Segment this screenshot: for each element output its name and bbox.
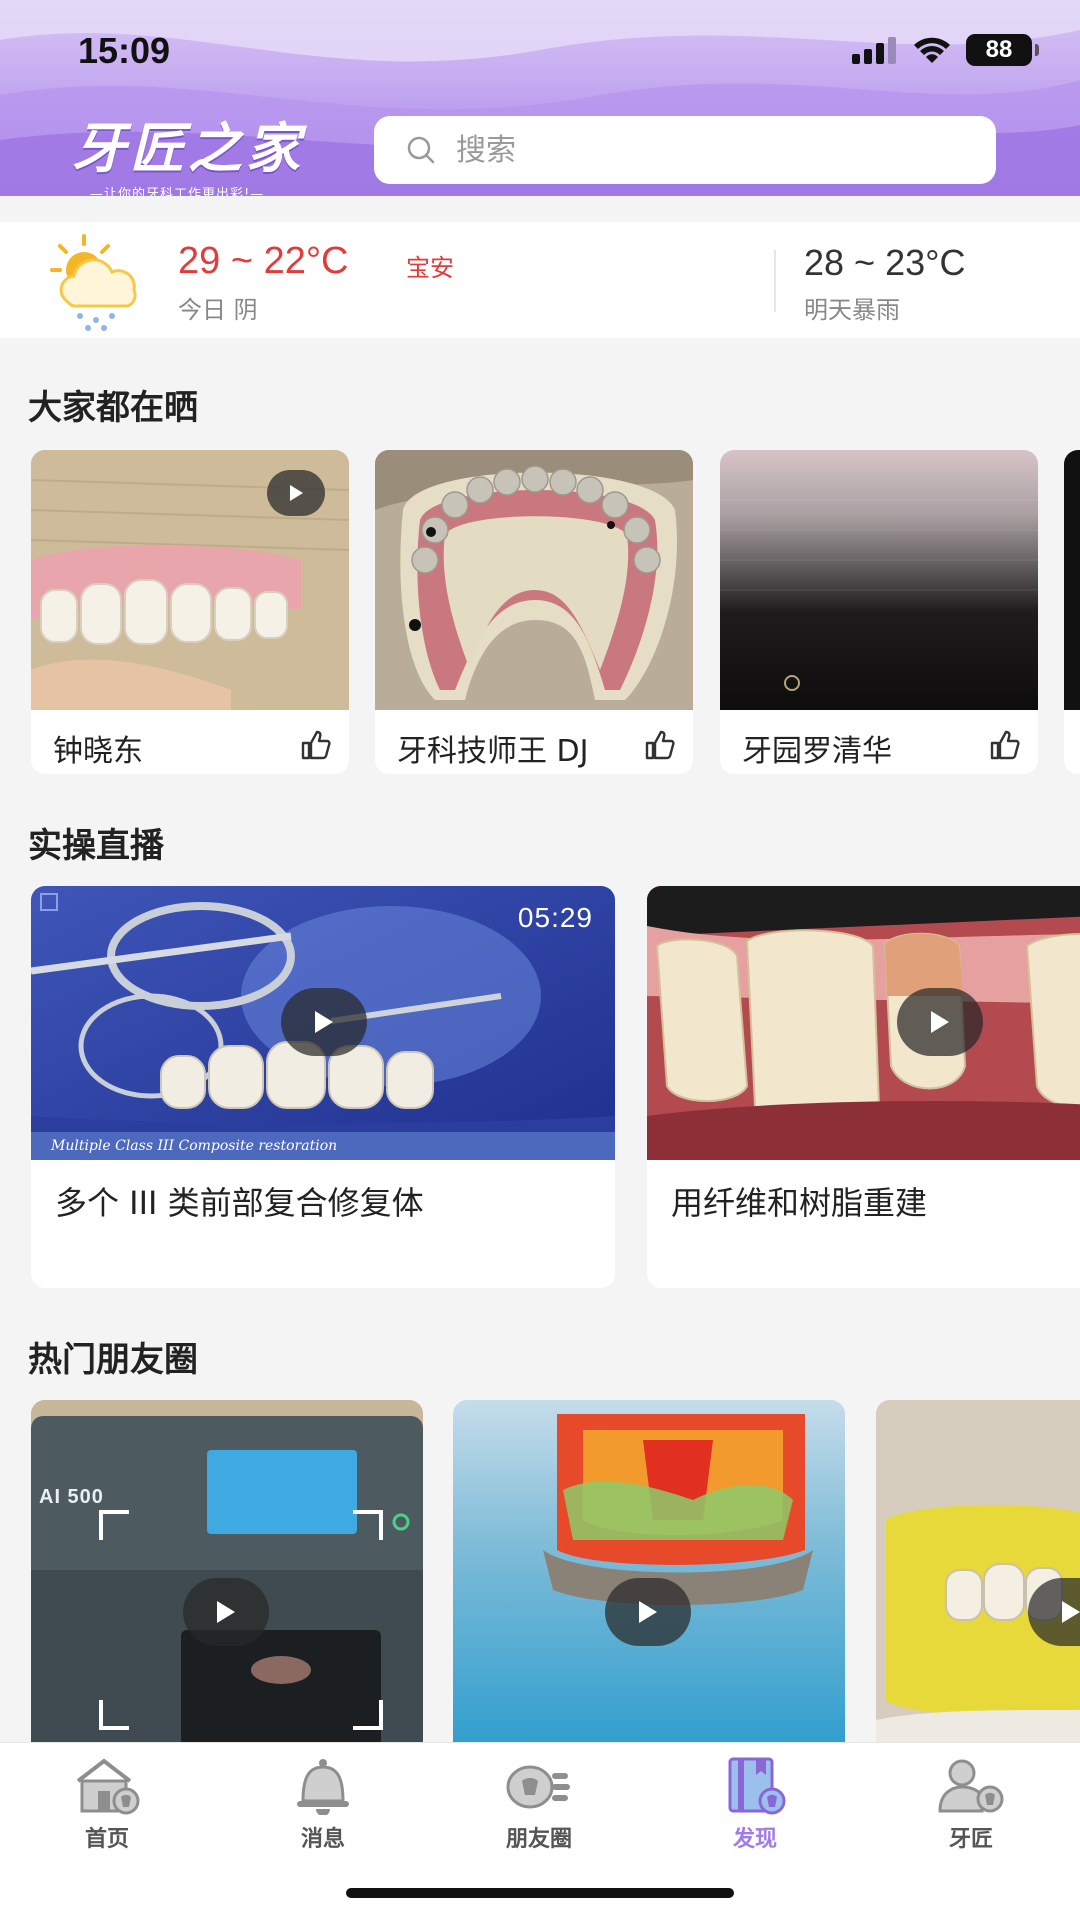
play-button[interactable] [897,988,983,1056]
logo-title: 牙匠之家 [72,116,304,180]
live-video-thumbnail[interactable] [647,886,1080,1160]
live-carousel[interactable]: 05:29 Multiple Class III Composite resto… [0,886,1080,1290]
moment-thumbnail[interactable] [453,1400,845,1742]
tab-label: 消息 [300,1827,345,1852]
tab-label: 牙匠 [948,1827,993,1852]
user-tooth-icon [938,1759,1004,1813]
search-input[interactable] [456,132,956,168]
bell-icon [297,1759,349,1816]
weather-divider [774,250,776,312]
live-video-thumbnail[interactable]: 05:29 Multiple Class III Composite resto… [31,886,615,1160]
live-card[interactable]: 05:29 Multiple Class III Composite resto… [31,886,615,1288]
play-button[interactable] [267,470,325,516]
showcase-author: 牙科技师王 DJ [397,734,589,769]
section-title-live: 实操直播 [28,826,164,866]
moments-carousel[interactable]: AI 500 [0,1400,1080,1742]
dark-photo [720,499,1038,691]
showcase-card[interactable]: 钟晓东 [31,450,349,774]
status-bar: 15:09 88 [0,0,1080,100]
cloudy-rain-icon [50,234,137,331]
play-button[interactable] [281,988,367,1056]
thumbs-up-icon[interactable] [988,728,1022,762]
moment-thumbnail[interactable]: AI 500 [31,1400,423,1742]
signal-icon [852,37,896,64]
moment-card[interactable]: AI 500 [31,1400,423,1742]
tab-craftsman[interactable]: 牙匠 [901,1757,1041,1853]
weather-widget[interactable]: 29 ~ 22°C 宝安 今日 阴 28 ~ 23°C 明天暴雨 [0,222,1080,338]
today-weather-desc: 今日 阴 [178,296,258,324]
video-caption: Multiple Class III Composite restoration [31,1132,615,1160]
video-duration: 05:29 [517,902,593,933]
showcase-image[interactable] [375,450,693,710]
tab-home[interactable]: 首页 [37,1757,177,1853]
showcase-author: 牙园罗清华 [742,734,892,769]
showcase-image[interactable] [720,450,1038,710]
3d-scan-photo [543,1414,813,1605]
live-title: 用纤维和树脂重建 [671,1184,928,1222]
today-temperature: 29 ~ 22°C [178,240,349,282]
app-logo: 牙匠之家 —让你的牙科工作更出彩!— [72,104,332,196]
wifi-icon [914,37,950,63]
showcase-card[interactable]: 牙科技师王 DJ [375,450,693,774]
machine-brand-label: AI 500 [39,1486,104,1508]
section-title-showcase: 大家都在晒 [28,388,198,428]
discover-icon [728,1757,786,1815]
showcase-image[interactable] [31,450,349,710]
search-icon [407,136,435,164]
tomorrow-weather-desc: 明天暴雨 [804,296,900,324]
tomorrow-temperature: 28 ~ 23°C [804,242,966,283]
battery-indicator: 88 [966,34,1039,66]
live-title: 多个 III 类前部复合修复体 [55,1184,424,1222]
home-icon [76,1758,140,1815]
logo-slogan: —让你的牙科工作更出彩!— [90,187,265,196]
tab-discover[interactable]: 发现 [685,1757,825,1853]
moment-thumbnail[interactable] [876,1400,1080,1742]
showcase-card[interactable] [1064,450,1080,774]
dental-model-photo [375,450,693,710]
moment-card[interactable] [876,1400,1080,1742]
fiber-resin-video [647,886,1080,1160]
showcase-image[interactable] [1064,450,1080,710]
status-icons: 88 [852,34,1039,66]
tab-messages[interactable]: 消息 [253,1757,393,1853]
live-card[interactable]: 用纤维和树脂重建 [647,886,1080,1288]
search-bar[interactable] [374,116,996,184]
moments-icon [506,1765,570,1809]
showcase-card[interactable]: 牙园罗清华 [720,450,1038,774]
weather-city: 宝安 [406,254,454,282]
yellow-model-photo [876,1400,1080,1742]
play-button[interactable] [605,1578,691,1646]
showcase-carousel[interactable]: 钟晓东 牙科技师王 DJ 牙园罗清华 [0,450,1080,776]
tab-label: 朋友圈 [505,1827,572,1852]
play-button[interactable] [183,1578,269,1646]
thumbs-up-icon[interactable] [299,728,333,762]
moment-card[interactable] [453,1400,845,1742]
section-title-moments: 热门朋友圈 [28,1340,198,1380]
status-time: 15:09 [78,30,171,71]
tab-moments[interactable]: 朋友圈 [469,1757,609,1853]
showcase-author: 钟晓东 [53,734,143,769]
tab-label: 发现 [732,1827,777,1852]
tab-label: 首页 [84,1827,129,1852]
thumbs-up-icon[interactable] [643,728,677,762]
home-indicator[interactable] [346,1888,734,1898]
machine-photo [31,1400,423,1742]
app-header: 15:09 88 牙匠之家 —让你的牙科工作更出彩!— [0,0,1080,196]
